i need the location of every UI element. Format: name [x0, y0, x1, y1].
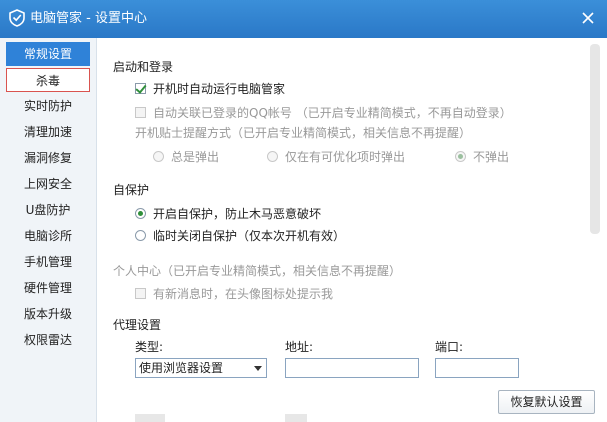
- sidebar-item-hardware-management[interactable]: 硬件管理: [6, 276, 90, 300]
- chevron-down-icon: [254, 366, 262, 371]
- sidebar-item-permission-radar[interactable]: 权限雷达: [6, 328, 90, 352]
- tip-mode-label: 开机贴士提醒方式（已开启专业精简模式，相关信息不再提醒）: [135, 126, 472, 140]
- sidebar-item-pc-clinic[interactable]: 电脑诊所: [6, 224, 90, 248]
- scrollbar-thumb[interactable]: [590, 44, 600, 234]
- personal-center-heading: 个人中心（已开启专业精简模式，相关信息不再提醒）: [113, 264, 402, 278]
- cut-off-row-fragment: [285, 414, 307, 422]
- sidebar-item-web-security[interactable]: 上网安全: [6, 172, 90, 196]
- sidebar-item-realtime-protection[interactable]: 实时防护: [6, 94, 90, 118]
- tip-mode-never-radio[interactable]: [455, 151, 466, 162]
- proxy-heading: 代理设置: [113, 318, 162, 332]
- proxy-type-select[interactable]: 使用浏览器设置: [135, 358, 267, 378]
- proxy-address-label: 地址:: [285, 340, 314, 354]
- tip-mode-when-optimizable-label: 仅在有可优化项时弹出: [285, 150, 406, 164]
- tip-mode-never-label: 不弹出: [473, 150, 510, 164]
- close-icon[interactable]: [579, 9, 597, 27]
- proxy-port-input[interactable]: [435, 358, 519, 378]
- new-message-label: 有新消息时，在头像图标处提示我: [153, 287, 334, 301]
- tip-mode-always-radio[interactable]: [153, 151, 164, 162]
- qq-login-label: 自动关联已登录的QQ帐号 （已开启专业精简模式，不再自动登录）: [153, 106, 512, 120]
- self-protect-off-option[interactable]: 临时关闭自保护（仅本次开机有效）: [135, 227, 345, 244]
- new-message-checkbox[interactable]: [135, 288, 146, 299]
- shield-icon: [9, 9, 25, 27]
- self-protect-off-label: 临时关闭自保护（仅本次开机有效）: [153, 229, 346, 243]
- self-protect-off-radio[interactable]: [135, 230, 146, 241]
- sidebar-item-version-upgrade[interactable]: 版本升级: [6, 302, 90, 326]
- tip-mode-never[interactable]: 不弹出: [455, 148, 509, 165]
- proxy-type-label: 类型:: [135, 340, 164, 354]
- sidebar-item-phone-management[interactable]: 手机管理: [6, 250, 90, 274]
- sidebar-item-usb-protection[interactable]: U盘防护: [6, 198, 90, 222]
- startup-heading: 启动和登录: [113, 60, 174, 74]
- qq-login-checkbox[interactable]: [135, 107, 146, 118]
- sidebar-item-general[interactable]: 常规设置: [6, 42, 90, 66]
- proxy-port-label: 端口:: [435, 340, 464, 354]
- self-protect-on-radio[interactable]: [135, 208, 146, 219]
- self-protect-on-option[interactable]: 开启自保护，防止木马恶意破坏: [135, 205, 321, 222]
- tip-mode-when-optimizable[interactable]: 仅在有可优化项时弹出: [267, 148, 405, 165]
- sidebar-item-cleanup[interactable]: 清理加速: [6, 120, 90, 144]
- self-protect-on-label: 开启自保护，防止木马恶意破坏: [153, 207, 322, 221]
- sidebar-item-vulnerability-fix[interactable]: 漏洞修复: [6, 146, 90, 170]
- auto-run-checkbox[interactable]: [135, 83, 146, 94]
- new-message-option[interactable]: 有新消息时，在头像图标处提示我: [135, 285, 333, 302]
- window-title: 电脑管家 - 设置中心: [30, 11, 147, 26]
- settings-content: 启动和登录 开机时自动运行电脑管家 自动关联已登录的QQ帐号 （已开启专业精简模…: [97, 38, 607, 422]
- self-protect-heading: 自保护: [113, 183, 150, 197]
- qq-login-option[interactable]: 自动关联已登录的QQ帐号 （已开启专业精简模式，不再自动登录）: [135, 104, 512, 121]
- auto-run-option[interactable]: 开机时自动运行电脑管家: [135, 80, 285, 97]
- auto-run-label: 开机时自动运行电脑管家: [153, 82, 286, 96]
- tip-mode-always[interactable]: 总是弹出: [153, 148, 219, 165]
- tip-mode-when-optimizable-radio[interactable]: [267, 151, 278, 162]
- cut-off-row-fragment: [135, 414, 165, 422]
- restore-defaults-button[interactable]: 恢复默认设置: [498, 390, 595, 414]
- tip-mode-always-label: 总是弹出: [171, 150, 220, 164]
- title-bar[interactable]: 电脑管家 - 设置中心: [0, 0, 607, 38]
- proxy-address-input[interactable]: [285, 358, 419, 378]
- sidebar: 常规设置 杀毒 实时防护 清理加速 漏洞修复 上网安全 U盘防护 电脑诊所 手机…: [0, 38, 97, 422]
- sidebar-item-antivirus[interactable]: 杀毒: [6, 68, 90, 92]
- proxy-type-value: 使用浏览器设置: [139, 361, 224, 375]
